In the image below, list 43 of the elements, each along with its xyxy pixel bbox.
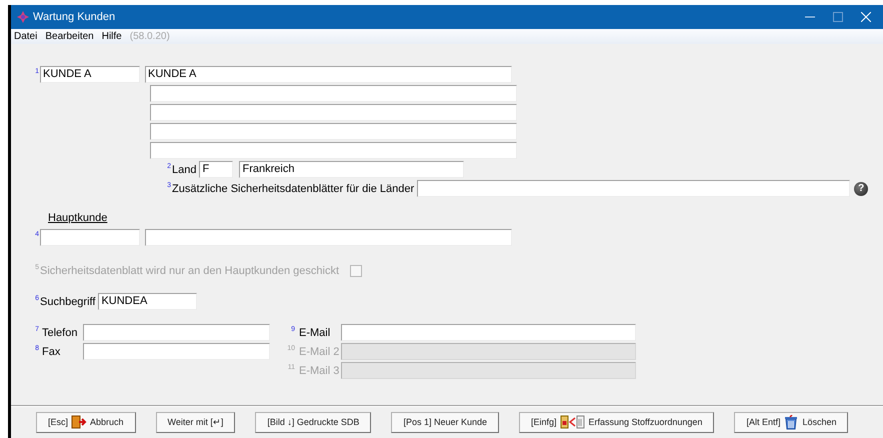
main-customer-name-field[interactable] bbox=[145, 229, 512, 246]
door-arrow-icon bbox=[71, 415, 88, 429]
menu-item[interactable]: Datei bbox=[14, 31, 38, 42]
window-title: Wartung Kunden bbox=[33, 11, 116, 23]
customer-name-field[interactable] bbox=[150, 104, 517, 121]
customer-name-field[interactable]: KUNDE A bbox=[145, 66, 512, 83]
search-term-label: Suchbegriff bbox=[40, 296, 96, 308]
close-icon[interactable] bbox=[861, 12, 871, 22]
country-name-field[interactable]: Frankreich bbox=[239, 161, 464, 178]
contact-field[interactable] bbox=[83, 324, 270, 341]
email-label: E-Mail 2 bbox=[299, 346, 340, 358]
contact-label: Fax bbox=[42, 346, 62, 358]
action-button[interactable]: Weiter mit [↵] bbox=[156, 412, 236, 432]
action-button[interactable]: [Alt Entf] Löschen bbox=[734, 412, 848, 432]
customer-code-field[interactable]: KUNDE A bbox=[40, 66, 140, 83]
customer-name-field[interactable] bbox=[150, 123, 517, 140]
extra-countries-label: Zusätzliche Sicherheitsdatenblätter für die Länder bbox=[172, 182, 414, 194]
country-label: Land bbox=[172, 164, 196, 176]
extra-countries-field[interactable] bbox=[417, 180, 850, 197]
customer-name-field[interactable] bbox=[150, 142, 517, 159]
app-icon bbox=[17, 11, 29, 23]
customer-name-field[interactable] bbox=[150, 85, 517, 102]
trash-icon bbox=[783, 414, 800, 430]
send-to-main-label: Sicherheitsdatenblatt wird nur an den Hauptkunden geschickt bbox=[40, 264, 340, 276]
email-label: E-Mail bbox=[299, 326, 332, 338]
action-button[interactable]: [Einfg] Erfassung Stoffzuordnungen bbox=[519, 412, 714, 432]
main-customer-code-field[interactable] bbox=[40, 229, 140, 246]
email-label: E-Mail 3 bbox=[299, 364, 340, 376]
action-button[interactable]: [Esc] Abbruch bbox=[36, 412, 136, 432]
document-transfer-icon bbox=[560, 415, 586, 429]
action-button[interactable]: [Pos 1] Neuer Kunde bbox=[391, 412, 499, 432]
help-button[interactable]: ? bbox=[854, 182, 868, 196]
search-term-field[interactable]: KUNDEA bbox=[98, 293, 198, 310]
version-label: (58.0.20) bbox=[130, 31, 170, 42]
action-button[interactable]: [Bild ↓] Gedruckte SDB bbox=[255, 412, 372, 432]
contact-field[interactable] bbox=[83, 343, 270, 360]
section-heading: Hauptkunde bbox=[48, 212, 108, 224]
email-field[interactable] bbox=[341, 324, 636, 341]
country-code-field[interactable]: F bbox=[199, 161, 234, 178]
menu-item[interactable]: Hilfe bbox=[102, 31, 122, 42]
menu-item[interactable]: Bearbeiten bbox=[45, 31, 94, 42]
maximize-icon[interactable] bbox=[833, 12, 843, 22]
contact-label: Telefon bbox=[42, 326, 78, 338]
